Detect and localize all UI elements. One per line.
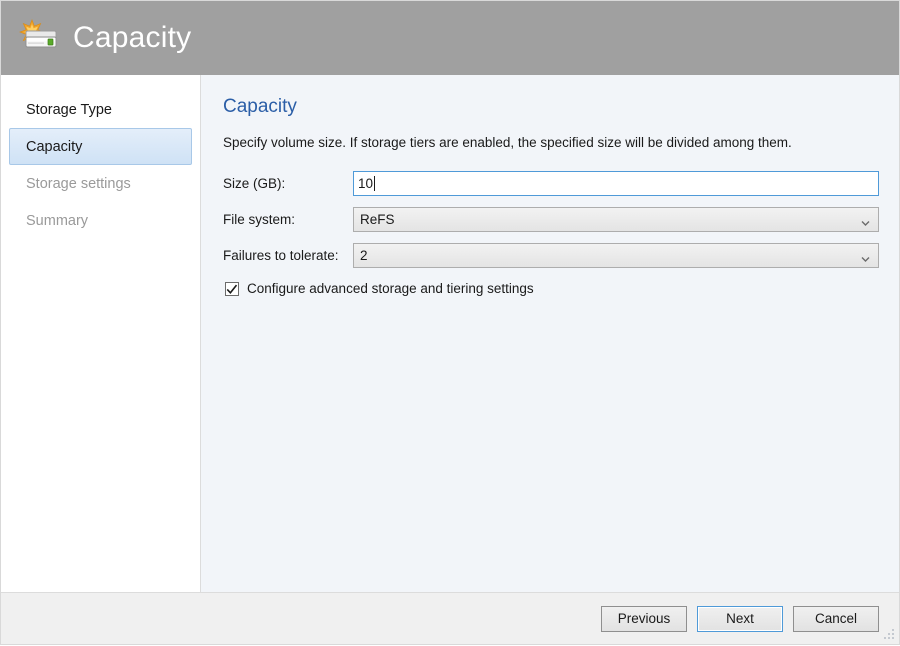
sidebar-item-label: Storage settings	[26, 176, 131, 192]
wizard-step-nav: Storage Type Capacity Storage settings S…	[1, 75, 201, 592]
sidebar-item-summary: Summary	[9, 202, 192, 239]
failures-label: Failures to tolerate:	[223, 248, 353, 263]
previous-button[interactable]: Previous	[601, 606, 687, 632]
checkmark-icon	[226, 284, 238, 296]
sidebar-item-capacity[interactable]: Capacity	[9, 128, 192, 165]
new-volume-disk-icon	[19, 18, 59, 58]
footer-bar: Previous Next Cancel	[1, 592, 899, 644]
sidebar-item-label: Storage Type	[26, 102, 112, 118]
size-input-value: 10	[358, 176, 373, 191]
chevron-down-icon	[861, 215, 870, 224]
next-button[interactable]: Next	[697, 606, 783, 632]
size-input[interactable]: 10	[353, 171, 879, 196]
sidebar-item-label: Capacity	[26, 139, 82, 155]
cancel-button[interactable]: Cancel	[793, 606, 879, 632]
content-pane: Capacity Specify volume size. If storage…	[201, 75, 899, 592]
wizard-window: Capacity Storage Type Capacity Storage s…	[0, 0, 900, 645]
chevron-down-icon	[861, 251, 870, 260]
failures-to-tolerate-select[interactable]: 2	[353, 243, 879, 268]
resize-grip-icon[interactable]	[883, 628, 896, 641]
cancel-button-label: Cancel	[815, 611, 857, 626]
file-system-row: File system: ReFS	[223, 207, 879, 232]
advanced-settings-checkbox[interactable]	[225, 282, 239, 296]
failures-field-wrap: 2	[353, 243, 879, 268]
file-system-field-wrap: ReFS	[353, 207, 879, 232]
next-button-label: Next	[726, 611, 754, 626]
window-title: Capacity	[73, 23, 191, 53]
file-system-select[interactable]: ReFS	[353, 207, 879, 232]
page-title: Capacity	[223, 97, 879, 118]
failures-value: 2	[360, 248, 368, 263]
sidebar-item-label: Summary	[26, 213, 88, 229]
text-caret	[374, 176, 375, 191]
page-description: Specify volume size. If storage tiers ar…	[223, 134, 879, 152]
file-system-label: File system:	[223, 212, 353, 227]
advanced-settings-row[interactable]: Configure advanced storage and tiering s…	[225, 281, 879, 296]
sidebar-item-storage-type[interactable]: Storage Type	[9, 91, 192, 128]
sidebar-item-storage-settings: Storage settings	[9, 165, 192, 202]
previous-button-label: Previous	[618, 611, 671, 626]
size-label: Size (GB):	[223, 176, 353, 191]
size-row: Size (GB): 10	[223, 171, 879, 196]
failures-row: Failures to tolerate: 2	[223, 243, 879, 268]
title-bar: Capacity	[1, 1, 899, 75]
advanced-settings-label: Configure advanced storage and tiering s…	[247, 281, 534, 296]
size-field-wrap: 10	[353, 171, 879, 196]
body-area: Storage Type Capacity Storage settings S…	[1, 75, 899, 592]
file-system-value: ReFS	[360, 212, 395, 227]
